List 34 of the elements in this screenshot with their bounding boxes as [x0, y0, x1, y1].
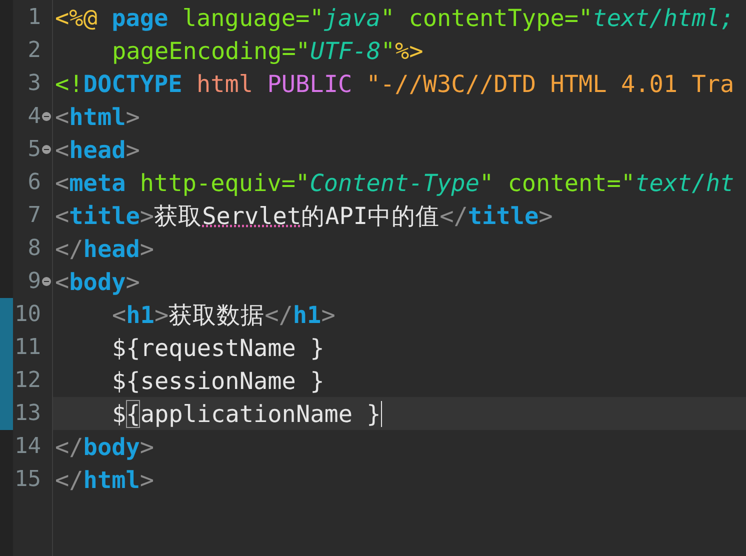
- line-number: 9: [28, 270, 41, 292]
- line-number: 12: [14, 370, 41, 392]
- code-line: <%@ page language="java" contentType="text/html;: [55, 2, 734, 32]
- line-number: 14: [14, 436, 41, 458]
- line-number: 13: [14, 402, 41, 424]
- code-line: ${applicationName }: [111, 398, 381, 428]
- code-line: ${sessionName }: [111, 366, 324, 396]
- line-number: 4: [28, 106, 41, 128]
- fold-collapse-icon[interactable]: [42, 277, 51, 286]
- code-line: </body>: [55, 432, 154, 462]
- line-number: 1: [28, 6, 41, 28]
- code-line: <head>: [55, 134, 140, 164]
- line-number: 15: [14, 468, 41, 490]
- code-line: ${requestName }: [111, 332, 324, 362]
- line-number: 11: [14, 336, 41, 358]
- code-line: </html>: [55, 464, 154, 494]
- text-cursor: [380, 400, 382, 426]
- line-number: 7: [28, 204, 41, 226]
- code-line: <body>: [55, 266, 140, 296]
- line-number: 3: [28, 72, 41, 94]
- fold-collapse-icon[interactable]: [42, 112, 51, 121]
- code-line: <meta http-equiv="Content-Type" content="text/ht: [55, 168, 734, 198]
- fold-collapse-icon[interactable]: [42, 145, 51, 154]
- code-line: <!DOCTYPE html PUBLIC "-//W3C//DTD HTML 4.01 Tra: [55, 68, 734, 98]
- line-number: 10: [14, 304, 41, 326]
- line-number: 8: [28, 238, 41, 260]
- line-number: 6: [28, 172, 41, 194]
- code-line: <title>获取Servlet的API中的值</title>: [55, 200, 553, 230]
- code-line: <html>: [55, 102, 140, 132]
- line-number: 2: [28, 40, 41, 62]
- code-line: </head>: [55, 234, 154, 264]
- code-line: <h1>获取数据</h1>: [111, 300, 336, 330]
- line-number: 5: [28, 138, 41, 160]
- code-line: pageEncoding="UTF-8"%>: [111, 36, 424, 66]
